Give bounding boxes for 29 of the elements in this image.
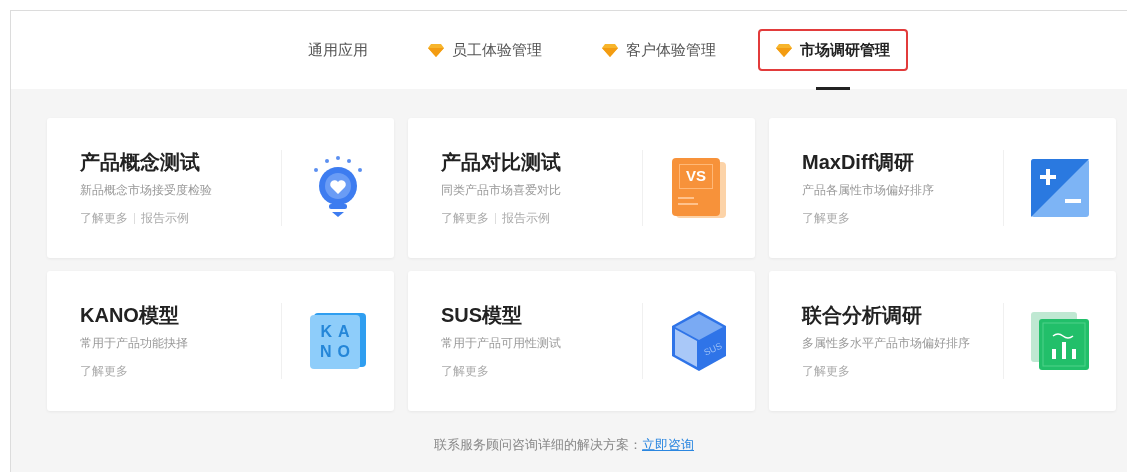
tab[interactable]: 员工体验管理 (410, 29, 560, 71)
active-tab-underline (816, 87, 850, 90)
diamond-icon (428, 43, 444, 57)
consult-link[interactable]: 立即咨询 (642, 435, 694, 455)
card-description: 常用于产品功能抉择 (80, 335, 189, 352)
card-description: 同类产品市场喜爱对比 (441, 182, 562, 199)
card-title: KANO模型 (80, 303, 180, 328)
tab[interactable]: 通用应用 (290, 29, 386, 71)
tab[interactable]: 客户体验管理 (584, 29, 734, 71)
card-description: 新品概念市场接受度检验 (80, 182, 213, 199)
card-title: SUS模型 (441, 303, 524, 328)
cube-icon: SUS (670, 310, 728, 372)
solution-card[interactable]: KANO模型 常用于产品功能抉择 了解更多 KA NO (47, 271, 394, 411)
solution-card[interactable]: SUS模型 常用于产品可用性测试 了解更多 SUS (408, 271, 755, 411)
diamond-icon (776, 43, 792, 57)
card-description: 产品各属性市场偏好排序 (802, 182, 935, 199)
card-title: 产品概念测试 (80, 150, 201, 175)
solution-card[interactable]: 联合分析调研 多属性多水平产品市场偏好排序 了解更多 (769, 271, 1116, 411)
solution-card[interactable]: MaxDiff调研 产品各属性市场偏好排序 了解更多 (769, 118, 1116, 258)
card-title: MaxDiff调研 (802, 150, 916, 175)
diamond-icon (602, 43, 618, 57)
plus-minus-icon (1031, 159, 1089, 217)
tab[interactable]: 市场调研管理 (758, 29, 908, 71)
card-description: 常用于产品可用性测试 (441, 335, 562, 352)
footer-text: 联系服务顾问咨询详细的解决方案： (434, 436, 642, 454)
card-title: 产品对比测试 (441, 150, 562, 175)
card-title: 联合分析调研 (802, 303, 923, 328)
bar-chart-icon (1031, 312, 1089, 370)
card-description: 多属性多水平产品市场偏好排序 (802, 335, 971, 352)
